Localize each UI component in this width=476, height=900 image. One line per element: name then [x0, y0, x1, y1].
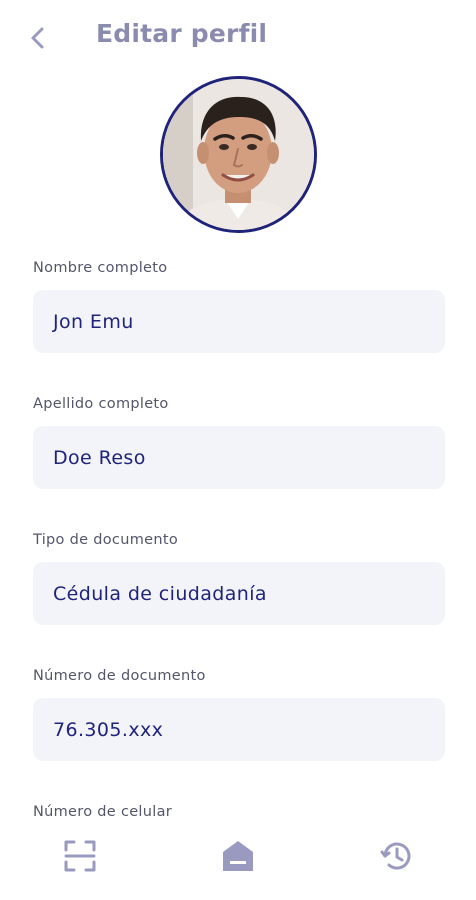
- document-number-value: 76.305.xxx: [53, 718, 164, 741]
- full-name-value: Jon Emu: [53, 310, 134, 333]
- full-name-label: Nombre completo: [33, 260, 168, 276]
- last-name-label: Apellido completo: [33, 396, 169, 412]
- scan-icon: [64, 840, 96, 872]
- back-button[interactable]: [22, 22, 54, 54]
- document-type-field[interactable]: Cédula de ciudadanía: [33, 562, 445, 625]
- last-name-value: Doe Reso: [53, 446, 146, 469]
- document-number-label: Número de documento: [33, 668, 206, 684]
- history-icon: [380, 842, 411, 870]
- document-number-field[interactable]: 76.305.xxx: [33, 698, 445, 761]
- avatar[interactable]: [160, 76, 317, 233]
- home-icon: [223, 841, 253, 871]
- document-type-label: Tipo de documento: [33, 532, 178, 548]
- profile-photo: [163, 79, 314, 230]
- nav-scan-button[interactable]: [58, 834, 102, 878]
- nav-history-button[interactable]: [375, 834, 419, 878]
- bottom-nav: [0, 826, 476, 900]
- phone-number-label: Número de celular: [33, 804, 173, 820]
- header: Editar perfil: [0, 0, 476, 72]
- page-title: Editar perfil: [96, 19, 268, 48]
- document-type-value: Cédula de ciudadanía: [53, 582, 267, 605]
- full-name-field[interactable]: Jon Emu: [33, 290, 445, 353]
- nav-home-button[interactable]: [216, 834, 260, 878]
- edit-profile-screen: Editar perfil Nombre completo Jon Emu Ap…: [0, 0, 476, 900]
- last-name-field[interactable]: Doe Reso: [33, 426, 445, 489]
- chevron-left-icon: [31, 27, 44, 49]
